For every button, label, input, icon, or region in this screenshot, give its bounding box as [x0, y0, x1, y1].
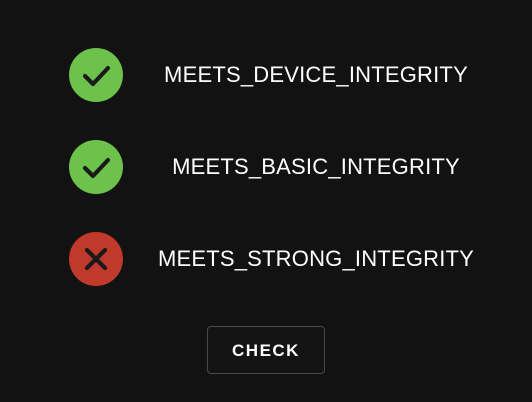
check-button[interactable]: CHECK — [207, 326, 325, 374]
integrity-row-basic: MEETS_BASIC_INTEGRITY — [0, 139, 532, 195]
integrity-label-strong: MEETS_STRONG_INTEGRITY — [157, 246, 475, 271]
integrity-row-strong: MEETS_STRONG_INTEGRITY — [0, 231, 532, 287]
integrity-label-device: MEETS_DEVICE_INTEGRITY — [164, 62, 468, 87]
cross-icon — [68, 231, 124, 287]
check-icon — [68, 139, 124, 195]
integrity-row-device: MEETS_DEVICE_INTEGRITY — [0, 47, 532, 103]
integrity-label-basic: MEETS_BASIC_INTEGRITY — [172, 154, 460, 179]
check-icon — [68, 47, 124, 103]
